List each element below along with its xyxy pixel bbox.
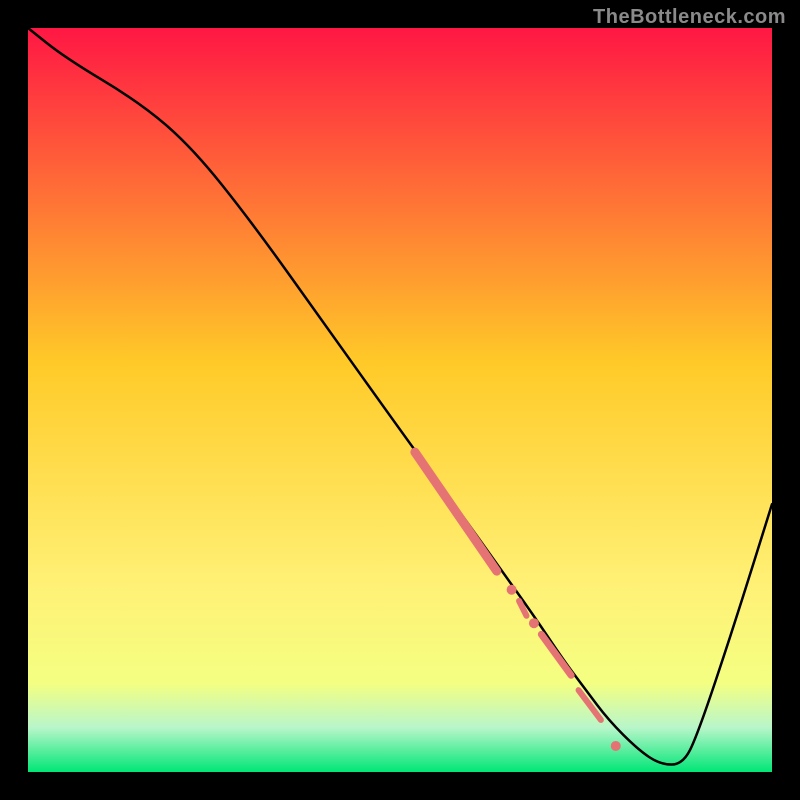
highlight-dot xyxy=(529,618,539,628)
bottleneck-chart xyxy=(0,0,800,800)
chart-stage: TheBottleneck.com xyxy=(0,0,800,800)
highlight-dot xyxy=(507,585,517,595)
highlight-dot xyxy=(611,741,621,751)
watermark-text: TheBottleneck.com xyxy=(593,6,786,29)
plot-area xyxy=(28,28,772,772)
